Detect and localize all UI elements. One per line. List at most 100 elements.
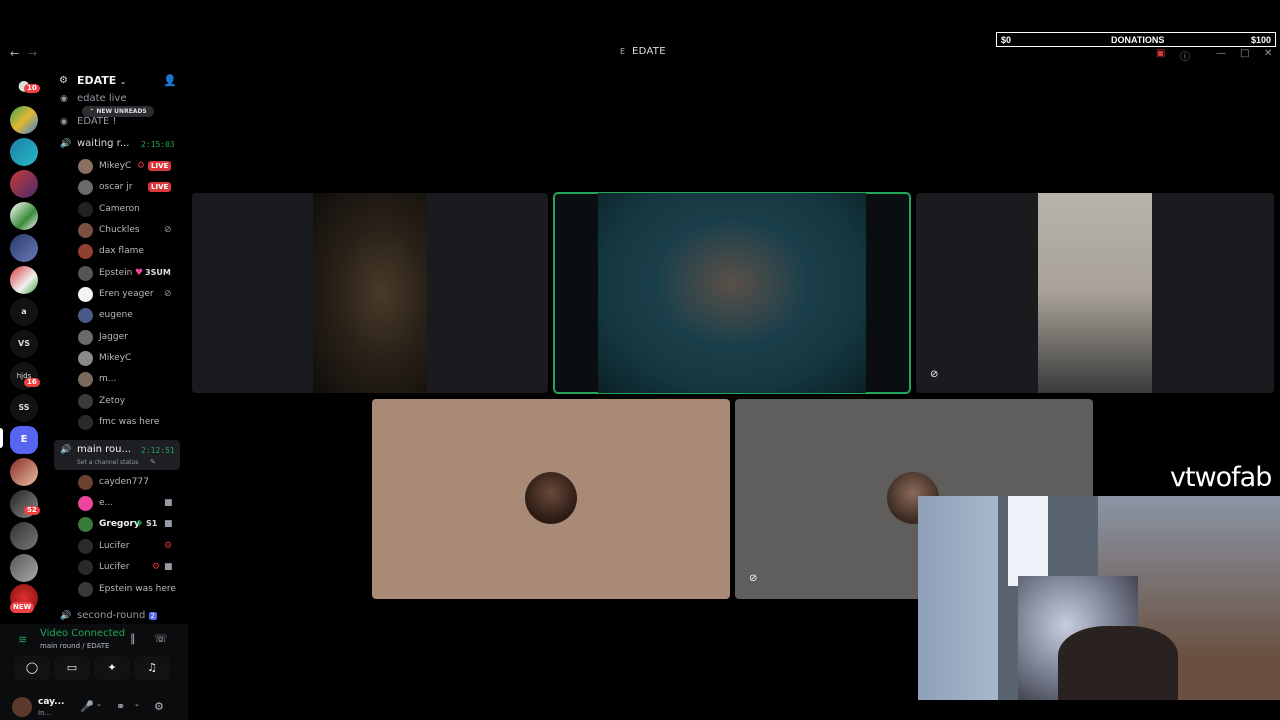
video-tile-3[interactable]: ⊘: [916, 193, 1274, 393]
avatar: [78, 517, 93, 532]
channel-edate[interactable]: ◉ EDATE !: [60, 116, 117, 127]
server-icon-3[interactable]: [10, 170, 38, 198]
inbox-icon[interactable]: ▣: [1156, 48, 1165, 59]
channel-status[interactable]: Set a channel status: [77, 459, 138, 466]
video-feed: [313, 193, 427, 393]
channel-main-round[interactable]: 🔊 main rou...: [60, 444, 131, 455]
main-timer: 2:12:51: [141, 446, 175, 455]
camera-off-icon: ◯: [25, 661, 39, 674]
server-icon-2[interactable]: [10, 138, 38, 166]
avatar: [78, 372, 93, 387]
soundboard-button[interactable]: ♫: [134, 656, 170, 680]
avatar: [78, 475, 93, 490]
server-icon-a[interactable]: a: [10, 298, 38, 326]
server-icon-11[interactable]: [10, 554, 38, 582]
user-tag: S1: [146, 519, 158, 528]
video-tile-1[interactable]: [192, 193, 548, 393]
activities-button[interactable]: ✦: [94, 656, 130, 680]
user-avatar[interactable]: [12, 697, 32, 717]
video-icon: ■: [164, 562, 173, 572]
voice-icon: 🔊: [60, 139, 72, 149]
avatar: [78, 308, 93, 323]
voice-location[interactable]: main round / EDATE: [40, 642, 109, 650]
channel-second-round[interactable]: 🔊 second-round 2: [60, 610, 157, 621]
server-icon-8[interactable]: [10, 458, 38, 486]
mic-muted-icon: ⊘: [164, 225, 172, 235]
video-feed: [598, 193, 866, 393]
donation-max: $100: [1250, 35, 1271, 45]
stage-icon: ◉: [60, 94, 68, 104]
server-icon-edate[interactable]: E: [10, 426, 38, 454]
screen-share-icon: ▭: [66, 661, 78, 674]
person-head: [1058, 626, 1178, 700]
signal-icon[interactable]: ≋: [18, 633, 27, 646]
streamer-name: vtwofab: [1170, 462, 1272, 493]
avatar: [78, 266, 93, 281]
donation-min: $0: [1001, 35, 1012, 45]
back-arrow-icon[interactable]: ←: [10, 47, 19, 60]
deafened-icon: ⚙: [137, 161, 146, 171]
video-tile-2[interactable]: [553, 192, 911, 394]
chevron-down-icon[interactable]: ⌄: [96, 700, 102, 708]
soundboard-icon: ♫: [147, 661, 157, 674]
avatar: [78, 159, 93, 174]
avatar: [78, 415, 93, 430]
edit-icon[interactable]: ✎: [150, 458, 156, 466]
server-badge-52: 52: [24, 506, 40, 515]
activities-icon: ✦: [107, 661, 117, 674]
server-icon-4[interactable]: [10, 202, 38, 230]
donation-bar: $0 DONATIONS $100: [996, 32, 1276, 47]
avatar: [78, 560, 93, 575]
server-icon-1[interactable]: [10, 106, 38, 134]
camera-off-button[interactable]: ◯: [14, 656, 50, 680]
mic-muted-icon: ⊘: [749, 573, 758, 584]
maximize-icon[interactable]: □: [1240, 48, 1249, 59]
server-icon-6[interactable]: [10, 266, 38, 294]
live-badge: LIVE: [148, 161, 172, 171]
window-title: E EDATE: [620, 46, 666, 57]
minimize-icon[interactable]: —: [1216, 48, 1226, 59]
voice-status[interactable]: Video Connected: [40, 628, 125, 639]
guild-name[interactable]: EDATE ⌄: [77, 74, 126, 87]
gem-icon: ❖: [135, 519, 144, 529]
avatar: [78, 202, 93, 217]
server-rail: ● 10 a VS hjds 16 SS E 52 NEW: [0, 66, 48, 720]
server-settings-icon[interactable]: ⚙: [59, 75, 68, 86]
mic-icon[interactable]: 🎤: [80, 700, 94, 713]
help-icon[interactable]: ⓘ: [1180, 48, 1190, 63]
channel-waiting-room[interactable]: 🔊 waiting r...: [60, 138, 129, 149]
voice-icon: 🔊: [60, 611, 72, 621]
deafened-icon: ⚙: [152, 562, 161, 572]
headphones-icon[interactable]: ⚭: [116, 700, 125, 713]
user-limit-badge: 2: [148, 612, 157, 620]
server-icon: E: [620, 47, 626, 56]
server-icon-5[interactable]: [10, 234, 38, 262]
avatar: [78, 180, 93, 195]
user-name[interactable]: cay...: [38, 697, 64, 707]
chevron-down-icon[interactable]: ⌄: [134, 700, 140, 708]
avatar: [78, 287, 93, 302]
voice-icon: 🔊: [60, 445, 72, 455]
settings-gear-icon[interactable]: ⚙: [154, 700, 164, 713]
server-icon-vs[interactable]: VS: [10, 330, 38, 358]
video-tile-4[interactable]: [372, 399, 730, 599]
screen-share-button[interactable]: ▭: [54, 656, 90, 680]
avatar: [78, 223, 93, 238]
live-badge: LIVE: [148, 182, 172, 192]
forward-arrow-icon[interactable]: →: [28, 47, 37, 60]
channel-edate-live[interactable]: ◉ edate live: [60, 93, 127, 104]
deafened-icon: ⚙: [164, 541, 173, 551]
disconnect-icon[interactable]: ☏: [154, 632, 168, 645]
mic-muted-icon: ⊘: [930, 369, 939, 380]
streamer-webcam: [918, 496, 1280, 700]
invite-icon[interactable]: 👤: [163, 74, 177, 87]
door: [918, 496, 998, 700]
avatar: [78, 582, 93, 597]
chevron-up-icon: ⌃: [89, 108, 95, 115]
window-light: [1008, 496, 1048, 586]
video-icon: ■: [164, 498, 173, 508]
close-icon[interactable]: ✕: [1264, 48, 1272, 59]
server-icon-ss[interactable]: SS: [10, 394, 38, 422]
noise-suppression-icon[interactable]: ∥: [130, 632, 136, 645]
server-icon-10[interactable]: [10, 522, 38, 550]
